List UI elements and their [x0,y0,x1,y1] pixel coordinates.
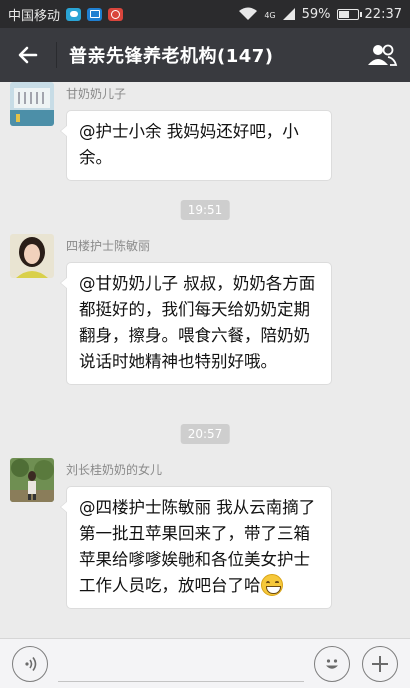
more-button[interactable] [362,645,398,682]
sender-name: 甘奶奶儿子 [66,87,127,101]
avatar[interactable] [10,458,54,502]
emoji-icon [326,658,338,669]
block-notification-icon [108,7,124,21]
emoji-button[interactable] [314,645,350,682]
carrier-label: 中国移动 [8,8,61,24]
avatar[interactable] [10,82,54,126]
message-bubble[interactable]: @甘奶奶儿子 叔叔，奶奶各方面都挺好的，我们每天给奶奶定期翻身，擦身。喂食六餐，… [60,262,332,385]
voice-button[interactable] [12,645,48,682]
message-list[interactable]: 甘奶奶儿子 @护士小余 我妈妈还好吧，小余。 19:51 四楼护士陈敏丽 @甘奶… [0,82,410,638]
chat-title: 普亲先锋养老机构(147) [69,46,274,67]
timestamp: 20:57 [180,424,230,444]
status-bar: 中国移动 4G 59% 22:37 [0,0,410,28]
signal-icon [282,8,295,20]
voice-icon [25,656,37,671]
header-divider [56,42,57,68]
group-members-icon [368,44,398,66]
grinning-face-icon [260,574,283,596]
message-bubble[interactable]: @四楼护士陈敏丽 我从云南摘了第一批丑苹果回来了，带了三箱苹果给嗲嗲娭毑和各位美… [60,486,332,609]
plus-icon [372,655,388,672]
battery-percent: 59% [301,6,331,22]
arrow-left-icon [18,46,38,64]
message-bubble[interactable]: @护士小余 我妈妈还好吧，小余。 [60,110,332,181]
chat-notification-icon [66,7,82,21]
input-bar [0,638,410,688]
image-notification-icon [87,7,103,21]
avatar[interactable] [10,234,54,278]
group-info-button[interactable] [354,28,410,82]
chat-header: 普亲先锋养老机构(147) [0,28,410,82]
timestamp: 19:51 [180,200,230,220]
back-button[interactable] [0,28,56,82]
sender-name: 刘长桂奶奶的女儿 [66,463,163,477]
clock: 22:37 [364,6,402,22]
sender-name: 四楼护士陈敏丽 [66,239,151,253]
wifi-icon [239,7,258,20]
network-type-label: 4G [264,10,276,20]
battery-icon [336,8,362,20]
message-input[interactable] [58,646,304,682]
